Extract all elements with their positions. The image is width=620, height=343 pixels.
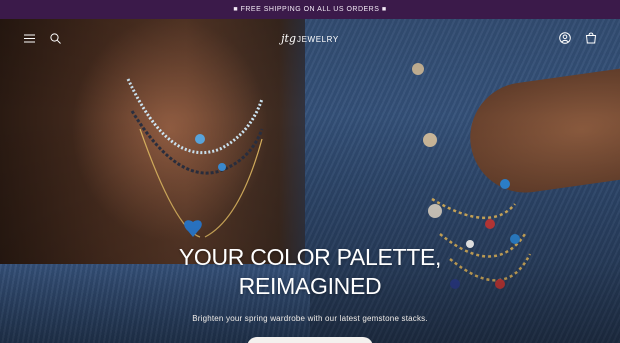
- hero-subtext: Brighten your spring wardrobe with our l…: [192, 314, 428, 323]
- menu-icon[interactable]: [22, 31, 36, 45]
- announcement-text: ■ FREE SHIPPING ON ALL US ORDERS ■: [233, 6, 387, 13]
- logo-wordmark: JEWELRY: [297, 34, 339, 44]
- hero-headline-line2: REIMAGINED: [238, 273, 382, 299]
- hero-headline-line1: YOUR COLOR PALETTE,: [178, 244, 442, 270]
- site-logo[interactable]: jtg JEWELRY: [281, 32, 339, 45]
- announcement-bar: ■ FREE SHIPPING ON ALL US ORDERS ■: [0, 0, 620, 19]
- header-right-group: [558, 31, 598, 45]
- hero-text-block: YOUR COLOR PALETTE, REIMAGINED Brighten …: [0, 243, 620, 323]
- search-icon[interactable]: [48, 31, 62, 45]
- cart-icon[interactable]: [584, 31, 598, 45]
- shop-now-button[interactable]: [247, 337, 373, 343]
- header-left-group: [22, 31, 62, 45]
- hero-headline: YOUR COLOR PALETTE, REIMAGINED: [0, 243, 620, 301]
- logo-monogram: jtg: [281, 31, 297, 45]
- account-icon[interactable]: [558, 31, 572, 45]
- site-header: jtg JEWELRY: [0, 19, 620, 57]
